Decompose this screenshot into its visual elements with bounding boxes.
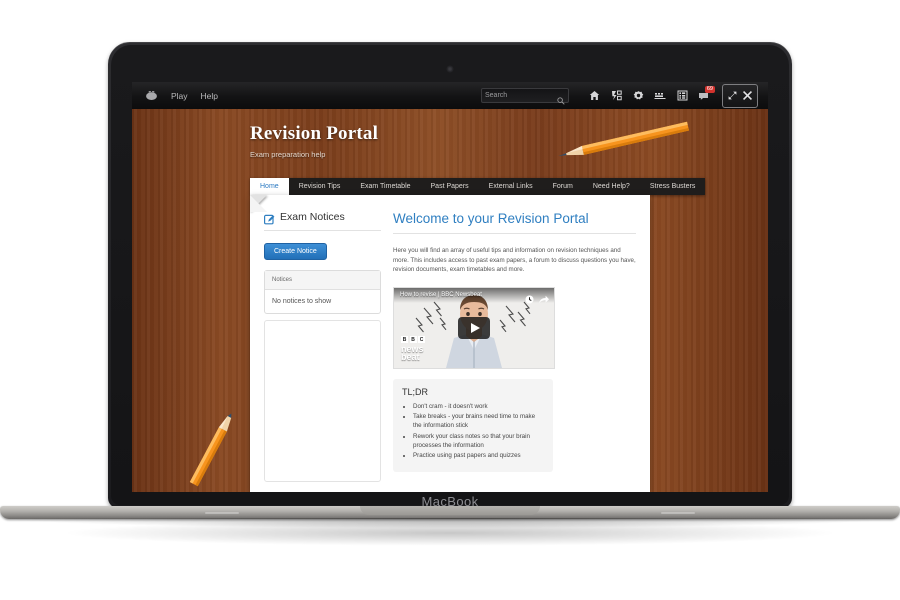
messages-badge: 69 bbox=[704, 85, 715, 94]
search-icon bbox=[557, 92, 565, 105]
nav-item-exam-timetable[interactable]: Exam Timetable bbox=[350, 178, 420, 195]
laptop-foot-left bbox=[205, 512, 239, 514]
play-triangle bbox=[470, 322, 480, 333]
tldr-item: Rework your class notes so that your bra… bbox=[413, 432, 544, 451]
edit-note-icon bbox=[264, 212, 275, 224]
nav-item-forum[interactable]: Forum bbox=[543, 178, 583, 195]
laptop-foot-right bbox=[661, 512, 695, 514]
exam-notices-header: Exam Notices bbox=[264, 211, 381, 230]
os-toolbar-left: Play Help bbox=[132, 90, 218, 101]
tldr-heading: TL;DR bbox=[402, 386, 429, 397]
bbc-newsbeat-logo: B B C news beat bbox=[401, 336, 425, 362]
tldr-item: Take breaks - your brains need time to m… bbox=[413, 412, 544, 431]
fullscreen-icon[interactable] bbox=[728, 87, 737, 105]
tldr-box: TL;DR Don't cram - it doesn't work Take … bbox=[393, 378, 553, 472]
notices-column: Exam Notices Create Notice Notices No no… bbox=[264, 211, 381, 482]
left-divider bbox=[264, 230, 381, 231]
apple-logo-icon[interactable] bbox=[145, 90, 158, 101]
os-menu-play[interactable]: Play bbox=[171, 91, 188, 101]
nav-item-past-papers[interactable]: Past Papers bbox=[421, 178, 479, 195]
share-icon[interactable] bbox=[539, 291, 549, 304]
notices-card-header: Notices bbox=[265, 271, 380, 290]
video-title-bar: How to revise | BBC Newsbeat bbox=[394, 287, 554, 304]
main-nav: Home Revision Tips Exam Timetable Past P… bbox=[250, 178, 706, 195]
notices-empty-message: No notices to show bbox=[272, 298, 332, 305]
notices-card: Notices No notices to show bbox=[264, 270, 381, 314]
nav-item-external-links[interactable]: External Links bbox=[479, 178, 543, 195]
brand-line-beat: beat bbox=[401, 352, 420, 363]
keyboard-icon[interactable] bbox=[649, 86, 671, 106]
nav-item-need-help[interactable]: Need Help? bbox=[583, 178, 640, 195]
laptop-base bbox=[0, 506, 900, 534]
video-player[interactable]: How to revise | BBC Newsbeat B B C news … bbox=[393, 286, 555, 369]
main-column: Welcome to your Revision Portal Here you… bbox=[393, 211, 636, 482]
close-icon[interactable] bbox=[743, 87, 752, 105]
tldr-item: Don't cram - it doesn't work bbox=[413, 402, 544, 411]
screenshot-stage: Play Help Search 69 Revision Portal Exam… bbox=[0, 0, 900, 600]
tldr-list: Don't cram - it doesn't work Take breaks… bbox=[402, 402, 544, 461]
settings-gear-icon[interactable] bbox=[627, 86, 649, 106]
os-toolbar: Play Help Search 69 bbox=[132, 82, 768, 110]
page-title: Welcome to your Revision Portal bbox=[393, 211, 589, 226]
search-placeholder: Search bbox=[485, 92, 508, 99]
laptop-base-notch bbox=[360, 506, 540, 515]
notices-list-container bbox=[264, 320, 381, 482]
play-icon[interactable] bbox=[458, 316, 490, 339]
window-buttons bbox=[722, 83, 758, 108]
home-icon[interactable] bbox=[583, 86, 605, 106]
bbc-marks: B B C bbox=[401, 336, 425, 344]
bbc-mark-c: C bbox=[418, 336, 425, 344]
nav-item-stress-busters[interactable]: Stress Busters bbox=[640, 178, 706, 195]
shortcuts-icon[interactable] bbox=[605, 86, 627, 106]
os-menu-help[interactable]: Help bbox=[201, 91, 218, 101]
website-viewport: Revision Portal Exam preparation help Ho… bbox=[132, 109, 768, 492]
exam-notices-title: Exam Notices bbox=[280, 211, 345, 223]
pencil-top-right bbox=[556, 119, 696, 165]
content-columns: Exam Notices Create Notice Notices No no… bbox=[250, 195, 650, 482]
page-curl-fold bbox=[250, 195, 267, 212]
nav-item-revision-tips[interactable]: Revision Tips bbox=[289, 178, 351, 195]
nav-item-home[interactable]: Home bbox=[250, 178, 289, 195]
create-notice-button[interactable]: Create Notice bbox=[264, 243, 327, 260]
laptop-base-shadow bbox=[10, 518, 890, 528]
webcam-icon bbox=[447, 66, 453, 72]
apps-grid-icon[interactable] bbox=[671, 86, 693, 106]
macbook-mockup: Play Help Search 69 Revision Portal Exam… bbox=[0, 42, 900, 528]
laptop-lid: Play Help Search 69 Revision Portal Exam… bbox=[108, 42, 792, 509]
bbc-mark-b1: B bbox=[401, 336, 408, 344]
search-input[interactable]: Search bbox=[481, 88, 569, 105]
pencil-bottom-left bbox=[178, 409, 248, 489]
clock-icon[interactable] bbox=[525, 291, 534, 304]
laptop-screen: Play Help Search 69 Revision Portal Exam… bbox=[132, 82, 768, 492]
os-toolbar-right: Search 69 bbox=[481, 83, 768, 108]
tldr-item: Practice using past papers and quizzes bbox=[413, 451, 544, 460]
messages-icon[interactable]: 69 bbox=[693, 85, 715, 106]
content-panel: Exam Notices Create Notice Notices No no… bbox=[250, 195, 650, 492]
video-title: How to revise | BBC Newsbeat bbox=[400, 292, 482, 299]
intro-text: Here you will find an array of useful ti… bbox=[393, 247, 636, 274]
bbc-mark-b2: B bbox=[409, 336, 417, 344]
